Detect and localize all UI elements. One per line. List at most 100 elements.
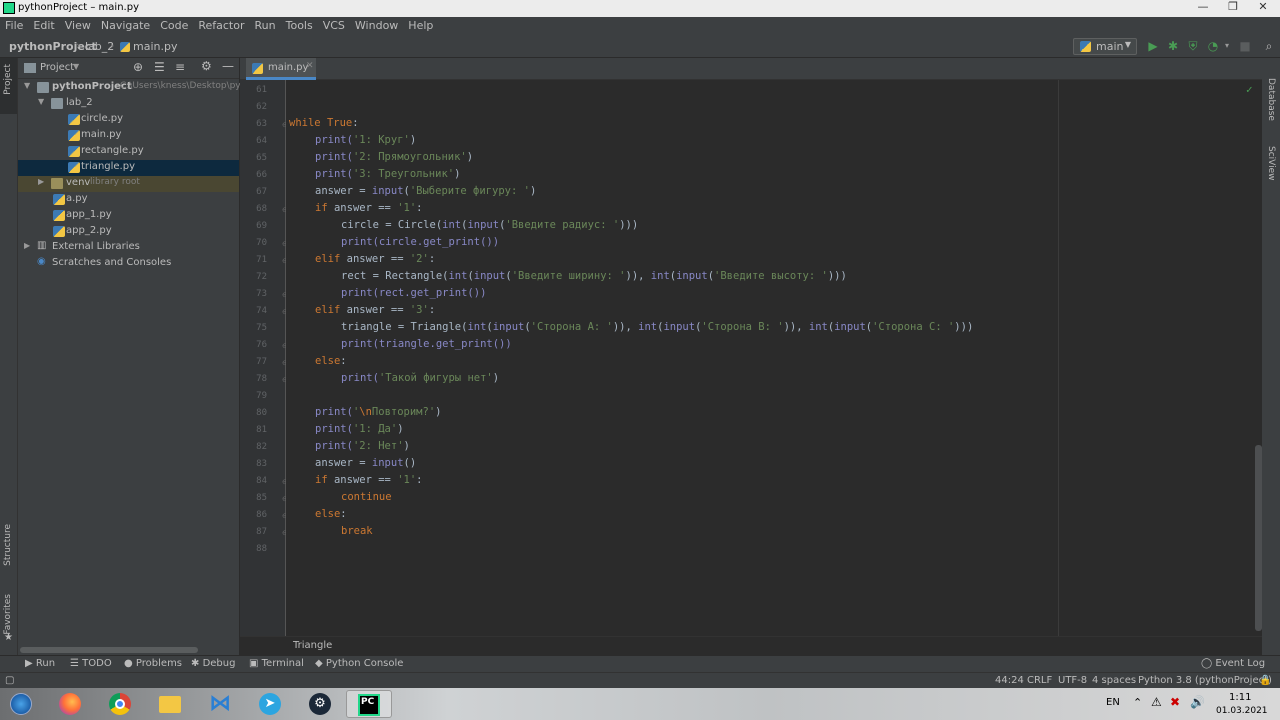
start-button[interactable] [0, 690, 44, 718]
tree-item-label: a.py [66, 193, 88, 204]
menu-help[interactable]: Help [403, 17, 438, 32]
tree-item-app1[interactable]: app_1.py [18, 208, 239, 224]
lock-icon[interactable]: 🔒 [1259, 675, 1271, 686]
close-icon[interactable]: ✕ [1248, 0, 1278, 17]
coverage-icon[interactable]: ⛨ [1186, 39, 1200, 53]
vscode-taskbar-icon[interactable]: ⋈ [200, 690, 240, 718]
folder-icon [24, 63, 36, 73]
menu-vcs[interactable]: VCS [318, 17, 350, 32]
clock-date[interactable]: 01.03.2021 [1216, 706, 1268, 716]
python-file-icon [252, 63, 263, 74]
chevron-down-icon: ▼ [38, 97, 45, 106]
menu-code[interactable]: Code [155, 17, 193, 32]
terminal-tool-button[interactable]: ▣ Terminal [249, 658, 304, 669]
line-separator[interactable]: CRLF [1027, 675, 1052, 686]
tree-root[interactable]: ▼ pythonProject C:\Users\kness\Desktop\p… [18, 80, 250, 96]
line-number: 77 [256, 357, 267, 367]
file-encoding[interactable]: UTF-8 [1058, 675, 1087, 686]
tree-item-venv[interactable]: ▶ venv library root [18, 176, 239, 192]
event-log-button[interactable]: ◯ Event Log [1201, 658, 1265, 669]
code-line-87: break [341, 525, 373, 537]
run-icon[interactable]: ▶ [1146, 39, 1160, 53]
tree-item-app2[interactable]: app_2.py [18, 224, 239, 240]
inspection-ok-icon[interactable]: ✓ [1246, 83, 1253, 96]
telegram-taskbar-icon[interactable]: ➤ [250, 690, 290, 718]
pycharm-taskbar-icon[interactable]: PC [346, 690, 392, 718]
code-line-64: print('1: Круг') [315, 134, 417, 146]
breadcrumb-project[interactable]: pythonProject [9, 40, 97, 53]
project-tool-tab[interactable]: Project [0, 58, 17, 114]
hide-panel-icon[interactable]: — [222, 59, 234, 73]
database-tool-label[interactable]: Database [1266, 78, 1276, 121]
indent-setting[interactable]: 4 spaces [1092, 675, 1136, 686]
vscode-icon: ⋈ [209, 691, 231, 716]
collapse-all-icon[interactable]: ≡ [175, 60, 185, 74]
breadcrumb-file[interactable]: main.py [133, 40, 177, 53]
code-editor[interactable]: while True: print('1: Круг') print('2: П… [286, 80, 1262, 636]
tree-item-a[interactable]: a.py [18, 192, 239, 208]
clock-time[interactable]: 1:11 [1229, 692, 1251, 703]
menu-file[interactable]: File [0, 17, 28, 32]
menu-window[interactable]: Window [350, 17, 403, 32]
chevron-right-icon: › [110, 39, 115, 52]
chrome-taskbar-icon[interactable] [100, 690, 140, 718]
profile-icon[interactable]: ◔ [1206, 39, 1220, 53]
problems-tool-button[interactable]: ● Problems [124, 658, 182, 669]
menu-view[interactable]: View [60, 17, 96, 32]
caret-position[interactable]: 44:24 [995, 675, 1024, 686]
debug-tool-button[interactable]: ✱ Debug [191, 658, 235, 669]
menu-navigate[interactable]: Navigate [96, 17, 155, 32]
locate-file-icon[interactable]: ⊕ [133, 60, 143, 74]
tree-item-rectangle[interactable]: rectangle.py [18, 144, 239, 160]
tree-item-main[interactable]: main.py [18, 128, 239, 144]
chevron-up-icon[interactable]: ⌃ [1133, 696, 1142, 709]
close-tab-icon[interactable]: ✕ [306, 61, 314, 71]
more-run-chevron-icon[interactable]: ▾ [1220, 39, 1234, 53]
sciview-tool-label[interactable]: SciView [1266, 146, 1276, 181]
toggle-tool-windows-icon[interactable]: ▢ [5, 675, 14, 686]
tree-item-lab2[interactable]: ▼ lab_2 [18, 96, 239, 112]
network-disconnected-icon[interactable]: ✖ [1170, 695, 1180, 709]
editor-breadcrumb[interactable]: Triangle [293, 640, 332, 651]
line-number: 78 [256, 374, 267, 384]
firefox-taskbar-icon[interactable] [50, 690, 90, 718]
tree-item-external-libraries[interactable]: ▶ ▥ External Libraries [18, 240, 239, 256]
tab-main-py[interactable]: main.py ✕ [246, 58, 316, 80]
tree-item-scratches[interactable]: ◉ Scratches and Consoles [18, 256, 239, 272]
list-icon: ☰ [70, 658, 79, 669]
project-panel-scrollbar[interactable] [20, 647, 198, 653]
menu-refactor[interactable]: Refactor [193, 17, 249, 32]
steam-taskbar-icon[interactable]: ⚙ [300, 690, 340, 718]
search-everywhere-icon[interactable]: ⌕ [1262, 39, 1276, 53]
menu-tools[interactable]: Tools [281, 17, 318, 32]
menu-run[interactable]: Run [250, 17, 281, 32]
network-icon[interactable]: ⚠ [1151, 695, 1162, 709]
editor-scrollbar[interactable] [1255, 445, 1262, 631]
language-indicator[interactable]: EN [1106, 697, 1120, 708]
tree-item-circle[interactable]: circle.py [18, 112, 239, 128]
tree-item-hint: library root [90, 177, 140, 187]
volume-icon[interactable]: 🔊 [1190, 695, 1205, 709]
maximize-icon[interactable]: ❐ [1218, 0, 1248, 17]
menu-edit[interactable]: Edit [28, 17, 59, 32]
python-file-icon [53, 210, 65, 221]
todo-tool-button[interactable]: ☰ TODO [70, 658, 112, 669]
line-number: 88 [256, 544, 267, 554]
line-number: 75 [256, 323, 267, 333]
python-interpreter[interactable]: Python 3.8 (pythonProject) [1138, 675, 1272, 686]
minimize-icon[interactable]: — [1188, 0, 1218, 17]
project-panel-title[interactable]: Project [40, 62, 74, 73]
debug-icon[interactable]: ✱ [1166, 39, 1180, 53]
run-config-dropdown[interactable]: main ▼ [1073, 38, 1137, 55]
file-explorer-taskbar-icon[interactable] [150, 690, 190, 718]
chevron-down-icon[interactable]: ▼ [73, 62, 79, 71]
structure-tool-label[interactable]: Structure [3, 524, 13, 566]
expand-all-icon[interactable]: ☰ [154, 60, 165, 74]
python-console-tool-button[interactable]: ◆ Python Console [315, 658, 403, 669]
tree-item-triangle-selected[interactable]: triangle.py [18, 160, 239, 176]
stop-icon[interactable]: ■ [1238, 39, 1252, 53]
gear-icon[interactable]: ⚙ [201, 59, 212, 73]
line-number: 72 [256, 272, 267, 282]
favorites-tool-label[interactable]: Favorites [3, 594, 13, 635]
run-tool-button[interactable]: ▶ Run [25, 658, 55, 669]
